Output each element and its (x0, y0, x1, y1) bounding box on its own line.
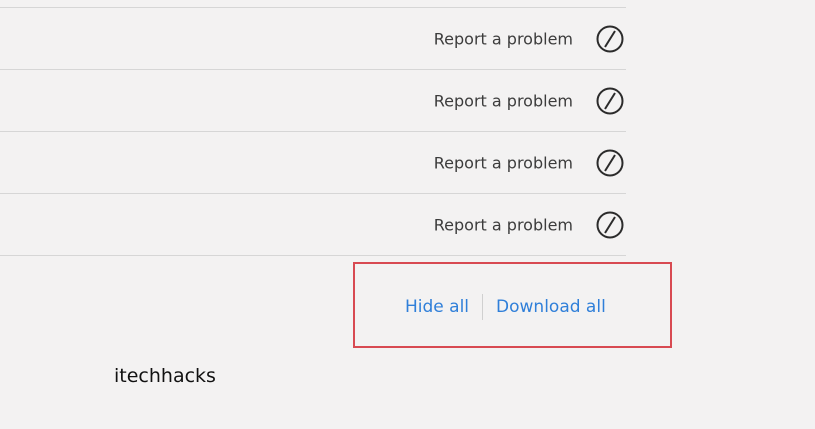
actions-divider (482, 294, 484, 320)
block-icon[interactable] (596, 211, 624, 239)
block-icon[interactable] (596, 149, 624, 177)
download-row: Report a problem (0, 132, 626, 194)
download-row: Report a problem (0, 7, 626, 70)
download-row: Report a problem (0, 194, 626, 256)
download-all-link[interactable]: Download all (496, 297, 606, 317)
watermark-text: itechhacks (114, 365, 216, 387)
block-icon[interactable] (596, 87, 624, 115)
download-list: Report a problem Report a problem Report… (0, 0, 626, 256)
hide-all-link[interactable]: Hide all (405, 297, 469, 317)
report-problem-link[interactable]: Report a problem (434, 29, 573, 48)
download-row: Report a problem (0, 70, 626, 132)
report-problem-link[interactable]: Report a problem (434, 153, 573, 172)
report-problem-link[interactable]: Report a problem (434, 215, 573, 234)
report-problem-link[interactable]: Report a problem (434, 91, 573, 110)
block-icon[interactable] (596, 25, 624, 53)
bulk-actions: Hide all Download all (405, 294, 606, 320)
